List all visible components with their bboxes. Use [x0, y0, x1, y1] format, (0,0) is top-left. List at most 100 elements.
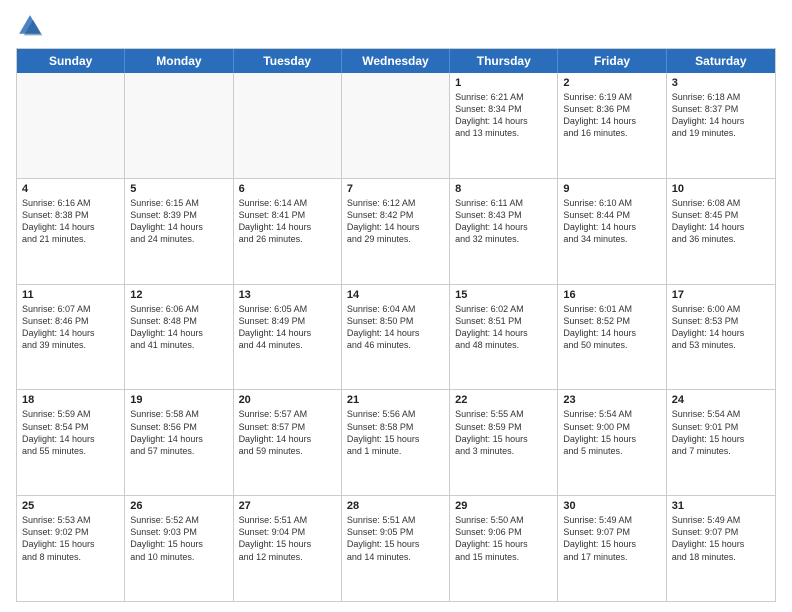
- calendar-cell-15: 15 Sunrise: 6:02 AM Sunset: 8:51 PM Dayli…: [450, 285, 558, 390]
- calendar-cell-18: 18 Sunrise: 5:59 AM Sunset: 8:54 PM Dayli…: [17, 390, 125, 495]
- calendar-cell-1: 1 Sunrise: 6:21 AM Sunset: 8:34 PM Daylig…: [450, 73, 558, 178]
- calendar-cell-empty-0-1: [125, 73, 233, 178]
- calendar-cell-9: 9 Sunrise: 6:10 AM Sunset: 8:44 PM Daylig…: [558, 179, 666, 284]
- day-info: Sunrise: 6:08 AM Sunset: 8:45 PM Dayligh…: [672, 197, 770, 246]
- logo: [16, 12, 48, 40]
- day-info: Sunrise: 6:04 AM Sunset: 8:50 PM Dayligh…: [347, 303, 444, 352]
- day-info: Sunrise: 5:52 AM Sunset: 9:03 PM Dayligh…: [130, 514, 227, 563]
- logo-icon: [16, 12, 44, 40]
- day-info: Sunrise: 6:14 AM Sunset: 8:41 PM Dayligh…: [239, 197, 336, 246]
- weekday-header-wednesday: Wednesday: [342, 49, 450, 73]
- calendar-cell-5: 5Sunrise: 6:15 AM Sunset: 8:39 PM Daylig…: [125, 179, 233, 284]
- day-number: 27: [239, 500, 336, 512]
- calendar: SundayMondayTuesdayWednesdayThursdayFrid…: [16, 48, 776, 602]
- day-info: Sunrise: 5:59 AM Sunset: 8:54 PM Dayligh…: [22, 408, 119, 457]
- calendar-cell-21: 21Sunrise: 5:56 AM Sunset: 8:58 PM Dayli…: [342, 390, 450, 495]
- day-info: Sunrise: 6:19 AM Sunset: 8:36 PM Dayligh…: [563, 91, 660, 140]
- day-info: Sunrise: 6:15 AM Sunset: 8:39 PM Dayligh…: [130, 197, 227, 246]
- calendar-cell-28: 28Sunrise: 5:51 AM Sunset: 9:05 PM Dayli…: [342, 496, 450, 601]
- day-info: Sunrise: 5:53 AM Sunset: 9:02 PM Dayligh…: [22, 514, 119, 563]
- day-number: 10: [672, 183, 770, 195]
- day-number: 26: [130, 500, 227, 512]
- day-number: 23: [563, 394, 660, 406]
- calendar-cell-6: 6 Sunrise: 6:14 AM Sunset: 8:41 PM Daylig…: [234, 179, 342, 284]
- calendar-cell-empty-0-3: [342, 73, 450, 178]
- day-number: 20: [239, 394, 336, 406]
- weekday-header-saturday: Saturday: [667, 49, 775, 73]
- calendar-cell-10: 10 Sunrise: 6:08 AM Sunset: 8:45 PM Dayli…: [667, 179, 775, 284]
- calendar-cell-20: 20 Sunrise: 5:57 AM Sunset: 8:57 PM Dayli…: [234, 390, 342, 495]
- weekday-header-monday: Monday: [125, 49, 233, 73]
- day-info: Sunrise: 6:21 AM Sunset: 8:34 PM Dayligh…: [455, 91, 552, 140]
- calendar-cell-11: 11Sunrise: 6:07 AM Sunset: 8:46 PM Dayli…: [17, 285, 125, 390]
- day-number: 1: [455, 77, 552, 89]
- day-number: 17: [672, 289, 770, 301]
- calendar-cell-24: 24 Sunrise: 5:54 AM Sunset: 9:01 PM Dayli…: [667, 390, 775, 495]
- weekday-header-sunday: Sunday: [17, 49, 125, 73]
- day-number: 7: [347, 183, 444, 195]
- day-info: Sunrise: 6:02 AM Sunset: 8:51 PM Dayligh…: [455, 303, 552, 352]
- calendar-cell-30: 30Sunrise: 5:49 AM Sunset: 9:07 PM Dayli…: [558, 496, 666, 601]
- calendar-cell-25: 25 Sunrise: 5:53 AM Sunset: 9:02 PM Dayli…: [17, 496, 125, 601]
- day-info: Sunrise: 6:05 AM Sunset: 8:49 PM Dayligh…: [239, 303, 336, 352]
- day-number: 29: [455, 500, 552, 512]
- day-info: Sunrise: 5:57 AM Sunset: 8:57 PM Dayligh…: [239, 408, 336, 457]
- calendar-cell-17: 17 Sunrise: 6:00 AM Sunset: 8:53 PM Dayli…: [667, 285, 775, 390]
- day-info: Sunrise: 5:54 AM Sunset: 9:01 PM Dayligh…: [672, 408, 770, 457]
- day-number: 9: [563, 183, 660, 195]
- day-number: 31: [672, 500, 770, 512]
- day-number: 6: [239, 183, 336, 195]
- calendar-cell-19: 19 Sunrise: 5:58 AM Sunset: 8:56 PM Dayli…: [125, 390, 233, 495]
- calendar-cell-13: 13 Sunrise: 6:05 AM Sunset: 8:49 PM Dayli…: [234, 285, 342, 390]
- day-info: Sunrise: 6:10 AM Sunset: 8:44 PM Dayligh…: [563, 197, 660, 246]
- day-number: 18: [22, 394, 119, 406]
- header: [16, 12, 776, 40]
- day-number: 11: [22, 289, 119, 301]
- calendar-week-3: 11Sunrise: 6:07 AM Sunset: 8:46 PM Dayli…: [17, 285, 775, 391]
- day-number: 24: [672, 394, 770, 406]
- day-number: 12: [130, 289, 227, 301]
- day-number: 19: [130, 394, 227, 406]
- day-info: Sunrise: 5:51 AM Sunset: 9:04 PM Dayligh…: [239, 514, 336, 563]
- calendar-cell-empty-0-0: [17, 73, 125, 178]
- day-number: 2: [563, 77, 660, 89]
- calendar-week-4: 18 Sunrise: 5:59 AM Sunset: 8:54 PM Dayli…: [17, 390, 775, 496]
- day-number: 13: [239, 289, 336, 301]
- weekday-header-thursday: Thursday: [450, 49, 558, 73]
- page: SundayMondayTuesdayWednesdayThursdayFrid…: [0, 0, 792, 612]
- day-info: Sunrise: 5:50 AM Sunset: 9:06 PM Dayligh…: [455, 514, 552, 563]
- day-number: 4: [22, 183, 119, 195]
- calendar-cell-12: 12 Sunrise: 6:06 AM Sunset: 8:48 PM Dayli…: [125, 285, 233, 390]
- day-number: 14: [347, 289, 444, 301]
- calendar-cell-16: 16Sunrise: 6:01 AM Sunset: 8:52 PM Dayli…: [558, 285, 666, 390]
- weekday-header-friday: Friday: [558, 49, 666, 73]
- day-info: Sunrise: 6:12 AM Sunset: 8:42 PM Dayligh…: [347, 197, 444, 246]
- calendar-cell-29: 29 Sunrise: 5:50 AM Sunset: 9:06 PM Dayli…: [450, 496, 558, 601]
- calendar-cell-2: 2 Sunrise: 6:19 AM Sunset: 8:36 PM Daylig…: [558, 73, 666, 178]
- calendar-week-5: 25 Sunrise: 5:53 AM Sunset: 9:02 PM Dayli…: [17, 496, 775, 601]
- day-info: Sunrise: 6:00 AM Sunset: 8:53 PM Dayligh…: [672, 303, 770, 352]
- day-number: 8: [455, 183, 552, 195]
- calendar-cell-8: 8 Sunrise: 6:11 AM Sunset: 8:43 PM Daylig…: [450, 179, 558, 284]
- day-number: 3: [672, 77, 770, 89]
- calendar-header-row: SundayMondayTuesdayWednesdayThursdayFrid…: [17, 49, 775, 73]
- calendar-week-1: 1 Sunrise: 6:21 AM Sunset: 8:34 PM Daylig…: [17, 73, 775, 179]
- day-number: 21: [347, 394, 444, 406]
- weekday-header-tuesday: Tuesday: [234, 49, 342, 73]
- calendar-cell-22: 22Sunrise: 5:55 AM Sunset: 8:59 PM Dayli…: [450, 390, 558, 495]
- day-info: Sunrise: 6:06 AM Sunset: 8:48 PM Dayligh…: [130, 303, 227, 352]
- calendar-cell-14: 14 Sunrise: 6:04 AM Sunset: 8:50 PM Dayli…: [342, 285, 450, 390]
- day-info: Sunrise: 5:54 AM Sunset: 9:00 PM Dayligh…: [563, 408, 660, 457]
- day-info: Sunrise: 6:11 AM Sunset: 8:43 PM Dayligh…: [455, 197, 552, 246]
- day-number: 22: [455, 394, 552, 406]
- calendar-cell-26: 26 Sunrise: 5:52 AM Sunset: 9:03 PM Dayli…: [125, 496, 233, 601]
- day-number: 25: [22, 500, 119, 512]
- day-number: 28: [347, 500, 444, 512]
- day-number: 15: [455, 289, 552, 301]
- calendar-cell-3: 3Sunrise: 6:18 AM Sunset: 8:37 PM Daylig…: [667, 73, 775, 178]
- calendar-cell-7: 7 Sunrise: 6:12 AM Sunset: 8:42 PM Daylig…: [342, 179, 450, 284]
- day-info: Sunrise: 6:01 AM Sunset: 8:52 PM Dayligh…: [563, 303, 660, 352]
- day-info: Sunrise: 5:58 AM Sunset: 8:56 PM Dayligh…: [130, 408, 227, 457]
- calendar-cell-27: 27 Sunrise: 5:51 AM Sunset: 9:04 PM Dayli…: [234, 496, 342, 601]
- calendar-cell-23: 23 Sunrise: 5:54 AM Sunset: 9:00 PM Dayli…: [558, 390, 666, 495]
